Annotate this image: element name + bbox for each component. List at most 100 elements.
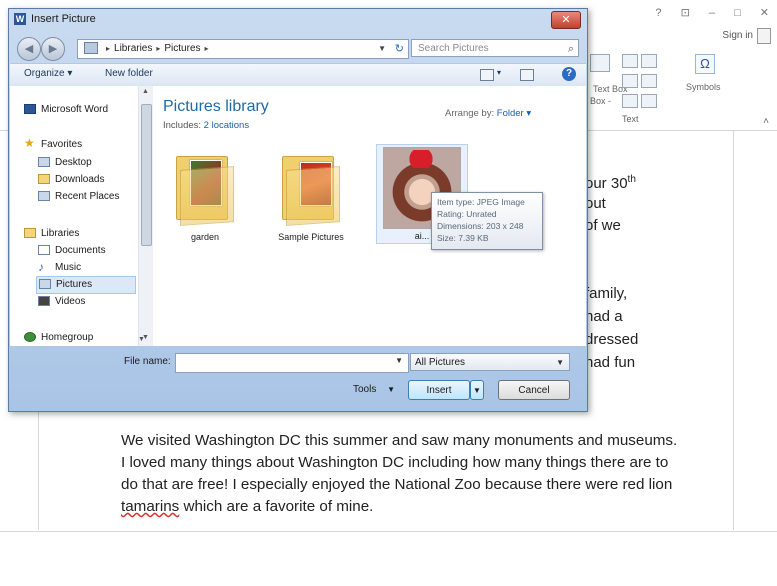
nav-item-microsoft-word[interactable]: Microsoft Word [24,102,108,118]
dialog-close-button[interactable]: ✕ [551,11,581,29]
folder-icon [278,148,344,226]
navigation-pane: Microsoft Word ★ Favorites Desktop Downlo… [10,86,139,346]
page-edge-bottom [0,531,777,532]
quickparts-icons[interactable] [622,54,660,68]
nav-label: Recent Places [55,191,120,202]
scrollbar-thumb[interactable] [141,104,152,246]
dialog-title: Insert Picture [31,13,96,25]
help-icon[interactable]: ? [562,67,576,81]
nav-label: Pictures [56,279,93,290]
homegroup-icon [24,332,36,343]
wordart-icon [622,74,638,88]
nav-item-videos[interactable]: Videos [38,294,85,310]
signature-icon [641,54,657,68]
folder-item-sample-pictures[interactable]: Sample Pictures [266,148,356,248]
textbox-label-2: Box - [590,96,612,106]
textbox-button[interactable] [590,54,613,72]
nav-item-downloads[interactable]: Downloads [38,172,104,188]
date-time-icon [641,74,657,88]
arrange-by: Arrange by: Folder ▾ [445,108,531,119]
nav-label: Downloads [55,174,105,185]
address-dropdown-icon[interactable]: ▼ [378,40,386,58]
pictures-icon [39,279,51,290]
libraries-icon [24,228,36,239]
cancel-button[interactable]: Cancel [498,380,570,400]
change-view-icon[interactable] [480,69,494,81]
music-icon: ♪ [38,260,44,275]
folder-icon [172,148,238,226]
scroll-up-icon[interactable]: ▲ [142,88,149,95]
nav-label: Microsoft Word [41,104,109,115]
insert-options-button[interactable]: ▼ [470,380,484,400]
view-dropdown-icon[interactable]: ▾ [497,68,501,77]
forward-button[interactable]: ▶ [41,37,65,61]
nav-label: Documents [55,245,106,256]
folder-item-garden[interactable]: garden [160,148,250,248]
tooltip-rating: Rating: Unrated [437,209,497,219]
nav-label: Homegroup [41,332,94,343]
account-icon[interactable] [757,28,771,44]
doc-text-line: out [585,195,606,212]
star-icon: ★ [24,136,35,151]
recent-places-icon [38,191,50,202]
insert-picture-dialog: W Insert Picture ✕ ◀ ▶ ▸ Libraries ▸ Pictur… [8,8,588,412]
dialog-titlebar[interactable]: W Insert Picture ✕ [9,9,587,31]
insert-button[interactable]: Insert [408,380,470,400]
misspelled-word[interactable]: tamarins [121,498,179,515]
nav-item-pictures[interactable]: Pictures [36,276,136,294]
object-icon [641,94,657,108]
sign-in-link[interactable]: Sign in [722,30,753,41]
arrange-dropdown[interactable]: Folder ▾ [497,108,531,119]
arrange-label: Arrange by: [445,108,495,119]
nav-item-recent-places[interactable]: Recent Places [38,189,119,205]
nav-item-libraries[interactable]: Libraries [24,226,79,242]
organize-menu[interactable]: Organize ▾ [24,68,72,79]
symbols-label[interactable]: Symbols [686,82,721,92]
doc-text-line: of we [585,217,621,234]
breadcrumb-separator: ▸ [106,44,111,53]
wordart-icons[interactable] [622,74,660,88]
includes-label: Includes: [163,120,202,131]
locations-link[interactable]: 2 locations [204,120,249,131]
preview-pane-icon[interactable] [520,69,534,81]
address-bar[interactable]: ▸ Libraries ▸ Pictures ▸ ▼ ↻ [77,39,409,59]
nav-pane-scrollbar[interactable]: ▲ ▼ [138,86,153,346]
page-edge-right [733,130,734,530]
collapse-ribbon-icon[interactable]: ˄ [763,116,769,127]
word-icon [24,104,36,115]
paragraph-text: We visited Washington DC this summer and… [121,432,678,493]
tools-label: Tools [353,384,377,395]
tools-menu[interactable]: Tools ▼ [353,384,395,395]
nav-label: Desktop [55,157,92,168]
dropcap-icons[interactable] [622,94,660,108]
nav-item-favorites[interactable]: ★ Favorites [24,137,82,153]
breadcrumb-libraries[interactable]: Libraries [114,43,152,54]
doc-text-line: had fun [585,354,636,371]
document-paragraph[interactable]: We visited Washington DC this summer and… [121,430,681,530]
breadcrumb-pictures[interactable]: Pictures [164,43,200,54]
nav-item-music[interactable]: ♪ Music [38,260,81,276]
textbox-icon [590,54,610,72]
omega-icon[interactable]: Ω [695,54,715,74]
file-name-dropdown-icon[interactable]: ▼ [395,356,403,365]
filter-value: All Pictures [415,357,466,368]
search-icon[interactable]: ⌕ [568,40,574,58]
refresh-icon[interactable]: ↻ [395,40,404,58]
ribbon-display-button[interactable]: ⊡ [681,7,690,19]
maximize-button[interactable]: □ [734,7,741,19]
file-type-filter[interactable]: All Pictures ▼ [410,353,570,371]
libraries-icon [84,42,98,55]
downloads-icon [38,174,50,185]
nav-item-documents[interactable]: Documents [38,243,106,259]
search-input[interactable]: Search Pictures ⌕ [411,39,579,57]
new-folder-button[interactable]: New folder [105,68,153,79]
nav-item-desktop[interactable]: Desktop [38,155,92,171]
nav-item-homegroup[interactable]: Homegroup [24,330,93,346]
back-button[interactable]: ◀ [17,37,41,61]
close-button[interactable]: ✕ [760,7,769,19]
doc-text-line: had a [585,308,623,325]
help-button[interactable]: ? [655,7,661,19]
file-name-input[interactable]: ▼ [175,353,409,373]
minimize-button[interactable]: – [709,7,715,19]
tooltip-size: Size: 7.39 KB [437,233,489,243]
